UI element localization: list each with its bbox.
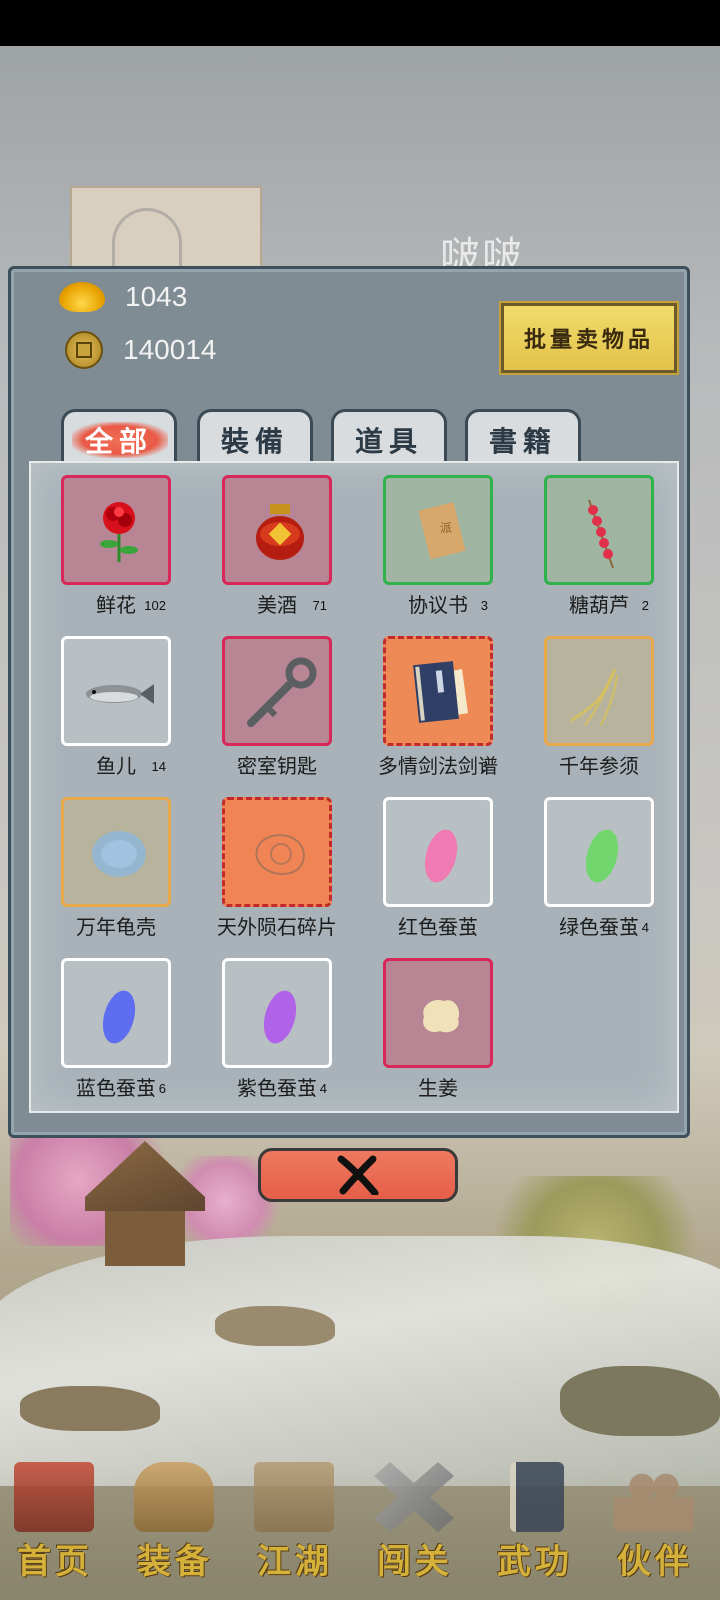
tab-all[interactable]: 全部 — [61, 409, 177, 467]
item-name: 生姜 — [418, 1076, 458, 1100]
item-slot[interactable]: 派 3 协议书 — [383, 475, 493, 617]
gold-ingot-icon — [59, 282, 105, 312]
item-slot[interactable]: 4 绿色蚕茧 — [544, 797, 654, 939]
item-slot[interactable]: 3 多情剑法剑谱 — [378, 636, 498, 778]
martial-book-icon — [510, 1462, 564, 1532]
ingot-balance: 1043 — [59, 281, 187, 313]
nav-equipment-label: 装备 — [137, 1542, 213, 1582]
tab-items-label: 道具 — [354, 424, 423, 458]
ginger-icon — [423, 999, 460, 1033]
item-slot[interactable]: 密室钥匙 — [222, 636, 332, 778]
status-bar — [0, 0, 720, 46]
nav-martial-arts-label: 武功 — [497, 1542, 573, 1582]
item-slot[interactable]: 生姜 — [383, 958, 493, 1100]
nav-challenge[interactable]: 闯关 — [360, 1462, 470, 1592]
tab-equipment-label: 裝備 — [220, 424, 289, 458]
tab-equipment[interactable]: 裝備 — [197, 409, 313, 467]
purple-cocoon-icon — [263, 990, 297, 1044]
item-slot[interactable]: 102 鲜花 — [61, 475, 171, 617]
key-icon — [247, 657, 317, 727]
nav-jianghu-label: 江湖 — [257, 1542, 333, 1582]
inventory-dialog: 1043 140014 批量卖物品 全部 裝備 道具 書籍 102 鲜花 71 … — [8, 266, 690, 1138]
nav-partners-label: 伙伴 — [617, 1542, 693, 1582]
close-icon — [337, 1155, 379, 1195]
home-icon — [14, 1462, 94, 1532]
book-icon — [413, 661, 468, 723]
copper-coin-icon — [65, 331, 103, 369]
tab-books[interactable]: 書籍 — [465, 409, 581, 467]
tab-items[interactable]: 道具 — [331, 409, 447, 467]
nav-jianghu[interactable]: 江湖 — [240, 1462, 350, 1592]
item-grid: 102 鲜花 71 美酒 派 3 协议书 2 糖葫芦 14 鱼儿 密室钥匙 3 … — [29, 461, 679, 1113]
item-name: 千年参须 — [559, 754, 639, 778]
map-scroll-icon — [254, 1462, 334, 1532]
crossed-swords-icon — [374, 1462, 454, 1532]
thatched-hut — [85, 1141, 205, 1271]
item-name: 糖葫芦 — [569, 593, 629, 617]
npc-portrait[interactable] — [70, 186, 262, 278]
tab-books-label: 書籍 — [488, 424, 557, 458]
nav-martial-arts[interactable]: 武功 — [480, 1462, 590, 1592]
rock — [215, 1306, 335, 1346]
river — [0, 1236, 720, 1486]
pink-cocoon-icon — [424, 829, 458, 883]
nav-challenge-label: 闯关 — [377, 1542, 453, 1582]
nav-home[interactable]: 首页 — [0, 1462, 110, 1592]
item-slot[interactable]: 6 蓝色蚕茧 — [61, 958, 171, 1100]
item-slot[interactable]: 4 紫色蚕茧 — [222, 958, 332, 1100]
bulk-sell-button[interactable]: 批量卖物品 — [499, 301, 679, 375]
tab-all-label: 全部 — [84, 424, 153, 458]
coin-balance: 140014 — [65, 331, 216, 369]
fish-icon — [86, 684, 154, 704]
candied-haws-icon — [588, 499, 614, 569]
rock — [20, 1386, 160, 1431]
ginseng-icon — [570, 668, 618, 726]
item-slot[interactable]: 天外陨石碎片 — [217, 797, 337, 939]
item-slot[interactable]: 千年参须 — [544, 636, 654, 778]
item-slot[interactable]: 2 糖葫芦 — [544, 475, 654, 617]
nav-partners[interactable]: 伙伴 — [600, 1462, 710, 1592]
green-cocoon-icon — [585, 829, 619, 883]
scroll-paper-icon: 派 — [418, 502, 466, 560]
rock — [560, 1366, 720, 1436]
turtle-shell-icon — [92, 831, 146, 877]
ingot-amount: 1043 — [125, 281, 188, 312]
blue-cocoon-icon — [102, 990, 136, 1044]
rose-icon — [100, 502, 138, 562]
armor-icon — [134, 1462, 214, 1532]
partners-icon — [614, 1462, 694, 1532]
item-slot[interactable]: 14 鱼儿 — [61, 636, 171, 778]
svg-text:派: 派 — [440, 521, 452, 535]
wine-jar-icon — [256, 504, 304, 560]
meteorite-icon — [255, 834, 305, 875]
nav-equipment[interactable]: 装备 — [120, 1462, 230, 1592]
item-slot[interactable]: 红色蚕茧 — [383, 797, 493, 939]
item-slot[interactable]: 71 美酒 — [222, 475, 332, 617]
nav-home-label: 首页 — [17, 1542, 93, 1582]
item-slot[interactable]: 万年龟壳 — [61, 797, 171, 939]
item-name: 绿色蚕茧 — [559, 915, 639, 939]
close-button[interactable] — [258, 1148, 458, 1202]
coin-amount: 140014 — [123, 334, 217, 365]
